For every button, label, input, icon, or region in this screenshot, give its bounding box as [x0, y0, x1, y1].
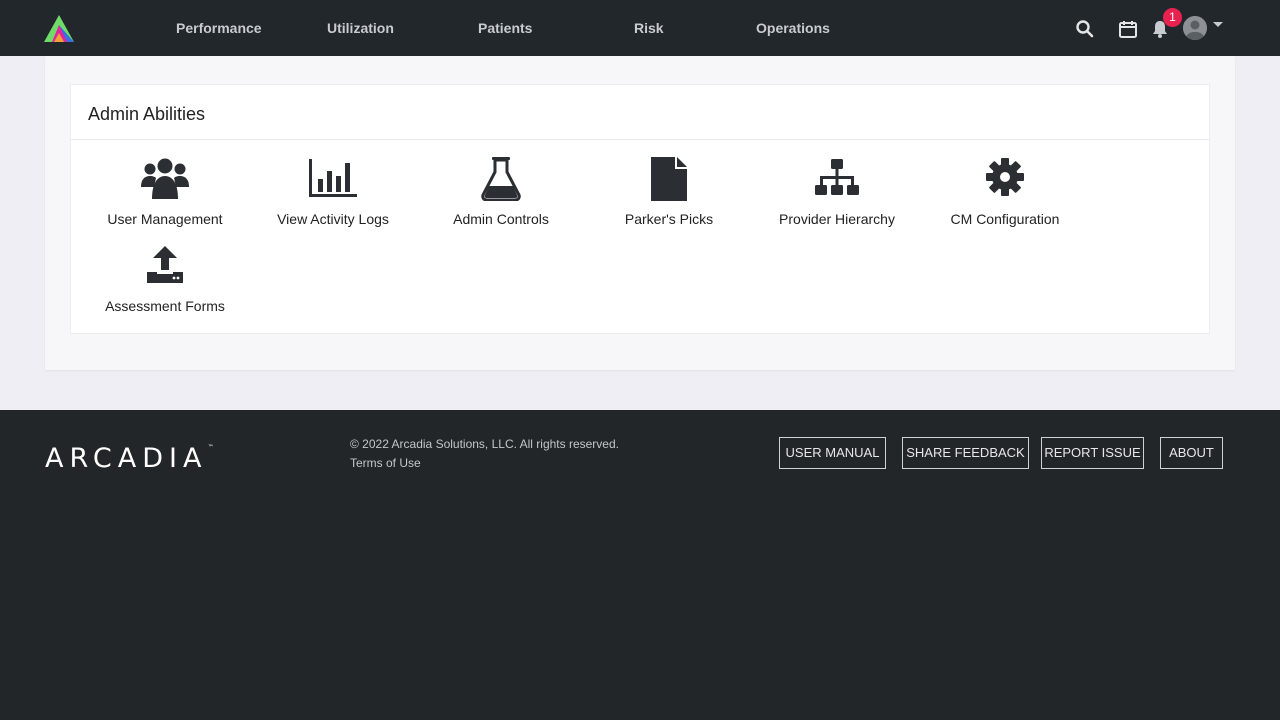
main-content: Admin Abilities User Management View Act…: [0, 56, 1280, 410]
tile-label: Provider Hierarchy: [779, 211, 895, 227]
nav-operations[interactable]: Operations: [756, 20, 830, 38]
nav-utilization[interactable]: Utilization: [327, 20, 394, 38]
tile-label: Parker's Picks: [624, 211, 714, 227]
tile-label: Assessment Forms: [105, 298, 225, 314]
tile-cm-configuration[interactable]: CM Configuration: [930, 157, 1080, 237]
tile-label: User Management: [107, 211, 223, 227]
user-avatar-icon[interactable]: [1183, 16, 1207, 40]
nav-risk[interactable]: Risk: [634, 20, 664, 38]
report-issue-button[interactable]: REPORT ISSUE: [1041, 437, 1144, 469]
tile-label: Admin Controls: [453, 211, 549, 227]
top-navbar: Performance Utilization Patients Risk Op…: [0, 0, 1280, 56]
card-header: Admin Abilities: [71, 85, 1209, 140]
nav-performance[interactable]: Performance: [176, 20, 262, 38]
search-icon[interactable]: [1075, 19, 1095, 39]
tile-provider-hierarchy[interactable]: Provider Hierarchy: [762, 157, 912, 237]
notification-badge: 1: [1163, 8, 1182, 27]
users-icon: [141, 158, 189, 199]
share-feedback-button[interactable]: SHARE FEEDBACK: [902, 437, 1029, 469]
card-title: Admin Abilities: [88, 104, 206, 124]
tile-parkers-picks[interactable]: Parker's Picks: [594, 157, 744, 237]
content-panel: Admin Abilities User Management View Act…: [45, 56, 1235, 370]
trademark: ™: [207, 444, 214, 451]
tile-user-management[interactable]: User Management: [90, 157, 240, 237]
sitemap-icon: [815, 159, 859, 195]
nav-patients[interactable]: Patients: [478, 20, 532, 38]
upload-icon: [147, 246, 183, 283]
app-logo-icon[interactable]: [44, 15, 74, 42]
gear-icon: [986, 158, 1024, 196]
tile-admin-controls[interactable]: Admin Controls: [426, 157, 576, 237]
tile-view-activity-logs[interactable]: View Activity Logs: [258, 157, 408, 237]
admin-abilities-card: Admin Abilities User Management View Act…: [70, 84, 1210, 334]
terms-of-use-link[interactable]: Terms of Use: [350, 456, 421, 470]
user-manual-button[interactable]: USER MANUAL: [779, 437, 886, 469]
calendar-icon[interactable]: [1118, 19, 1138, 39]
about-button[interactable]: ABOUT: [1160, 437, 1223, 469]
tile-label: CM Configuration: [950, 211, 1060, 227]
arcadia-logo: ARCADIA™: [45, 443, 213, 474]
tile-label: View Activity Logs: [277, 211, 389, 227]
copyright-text: © 2022 Arcadia Solutions, LLC. All right…: [350, 437, 619, 451]
footer-brand: ARCADIA: [45, 443, 208, 474]
footer: ARCADIA™ © 2022 Arcadia Solutions, LLC. …: [0, 410, 1280, 720]
tile-assessment-forms[interactable]: Assessment Forms: [90, 244, 240, 324]
chevron-down-icon[interactable]: [1213, 22, 1223, 27]
flask-icon: [481, 157, 521, 201]
bar-chart-icon: [309, 159, 357, 197]
document-icon: [651, 157, 687, 201]
